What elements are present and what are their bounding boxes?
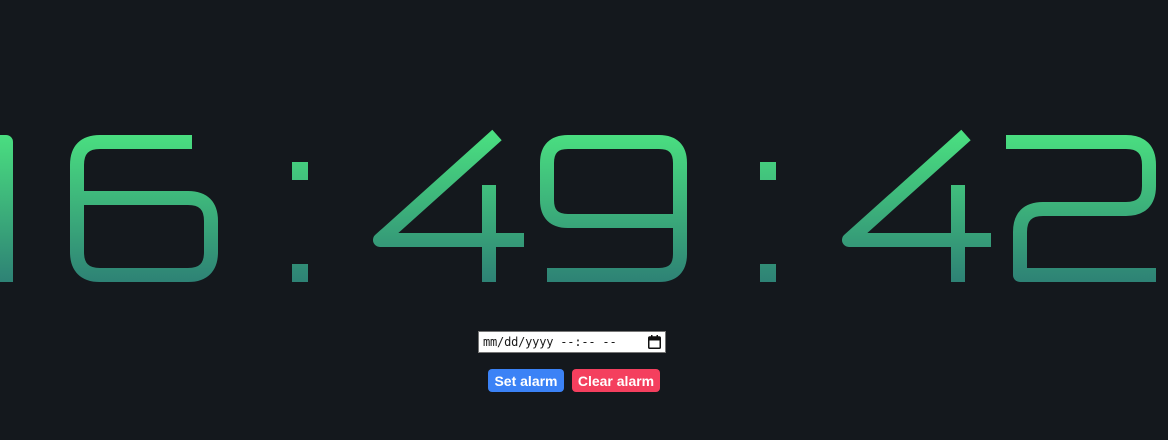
digit-minutes-ones xyxy=(540,135,687,282)
digit-hours-tens xyxy=(0,135,13,282)
colon-dot-top-1 xyxy=(292,162,308,180)
alarm-datetime-input[interactable]: mm/dd/yyyy --:-- -- xyxy=(478,331,666,353)
clock-page: mm/dd/yyyy --:-- -- Set alarm Clear alar… xyxy=(0,0,1168,440)
colon-dot-bottom-2 xyxy=(760,264,776,282)
alarm-datetime-placeholder[interactable]: mm/dd/yyyy --:-- -- xyxy=(479,335,646,349)
digit-seconds-ones xyxy=(1006,135,1156,282)
colon-dot-bottom-1 xyxy=(292,264,308,282)
digit-seconds-tens xyxy=(842,129,991,282)
colon-dot-top-2 xyxy=(760,162,776,180)
digit-minutes-tens xyxy=(373,129,524,282)
calendar-icon[interactable] xyxy=(646,334,662,350)
clear-alarm-button[interactable]: Clear alarm xyxy=(572,369,660,392)
set-alarm-button[interactable]: Set alarm xyxy=(488,369,564,392)
digit-hours-ones xyxy=(70,135,218,282)
digital-clock-display xyxy=(0,129,1156,282)
